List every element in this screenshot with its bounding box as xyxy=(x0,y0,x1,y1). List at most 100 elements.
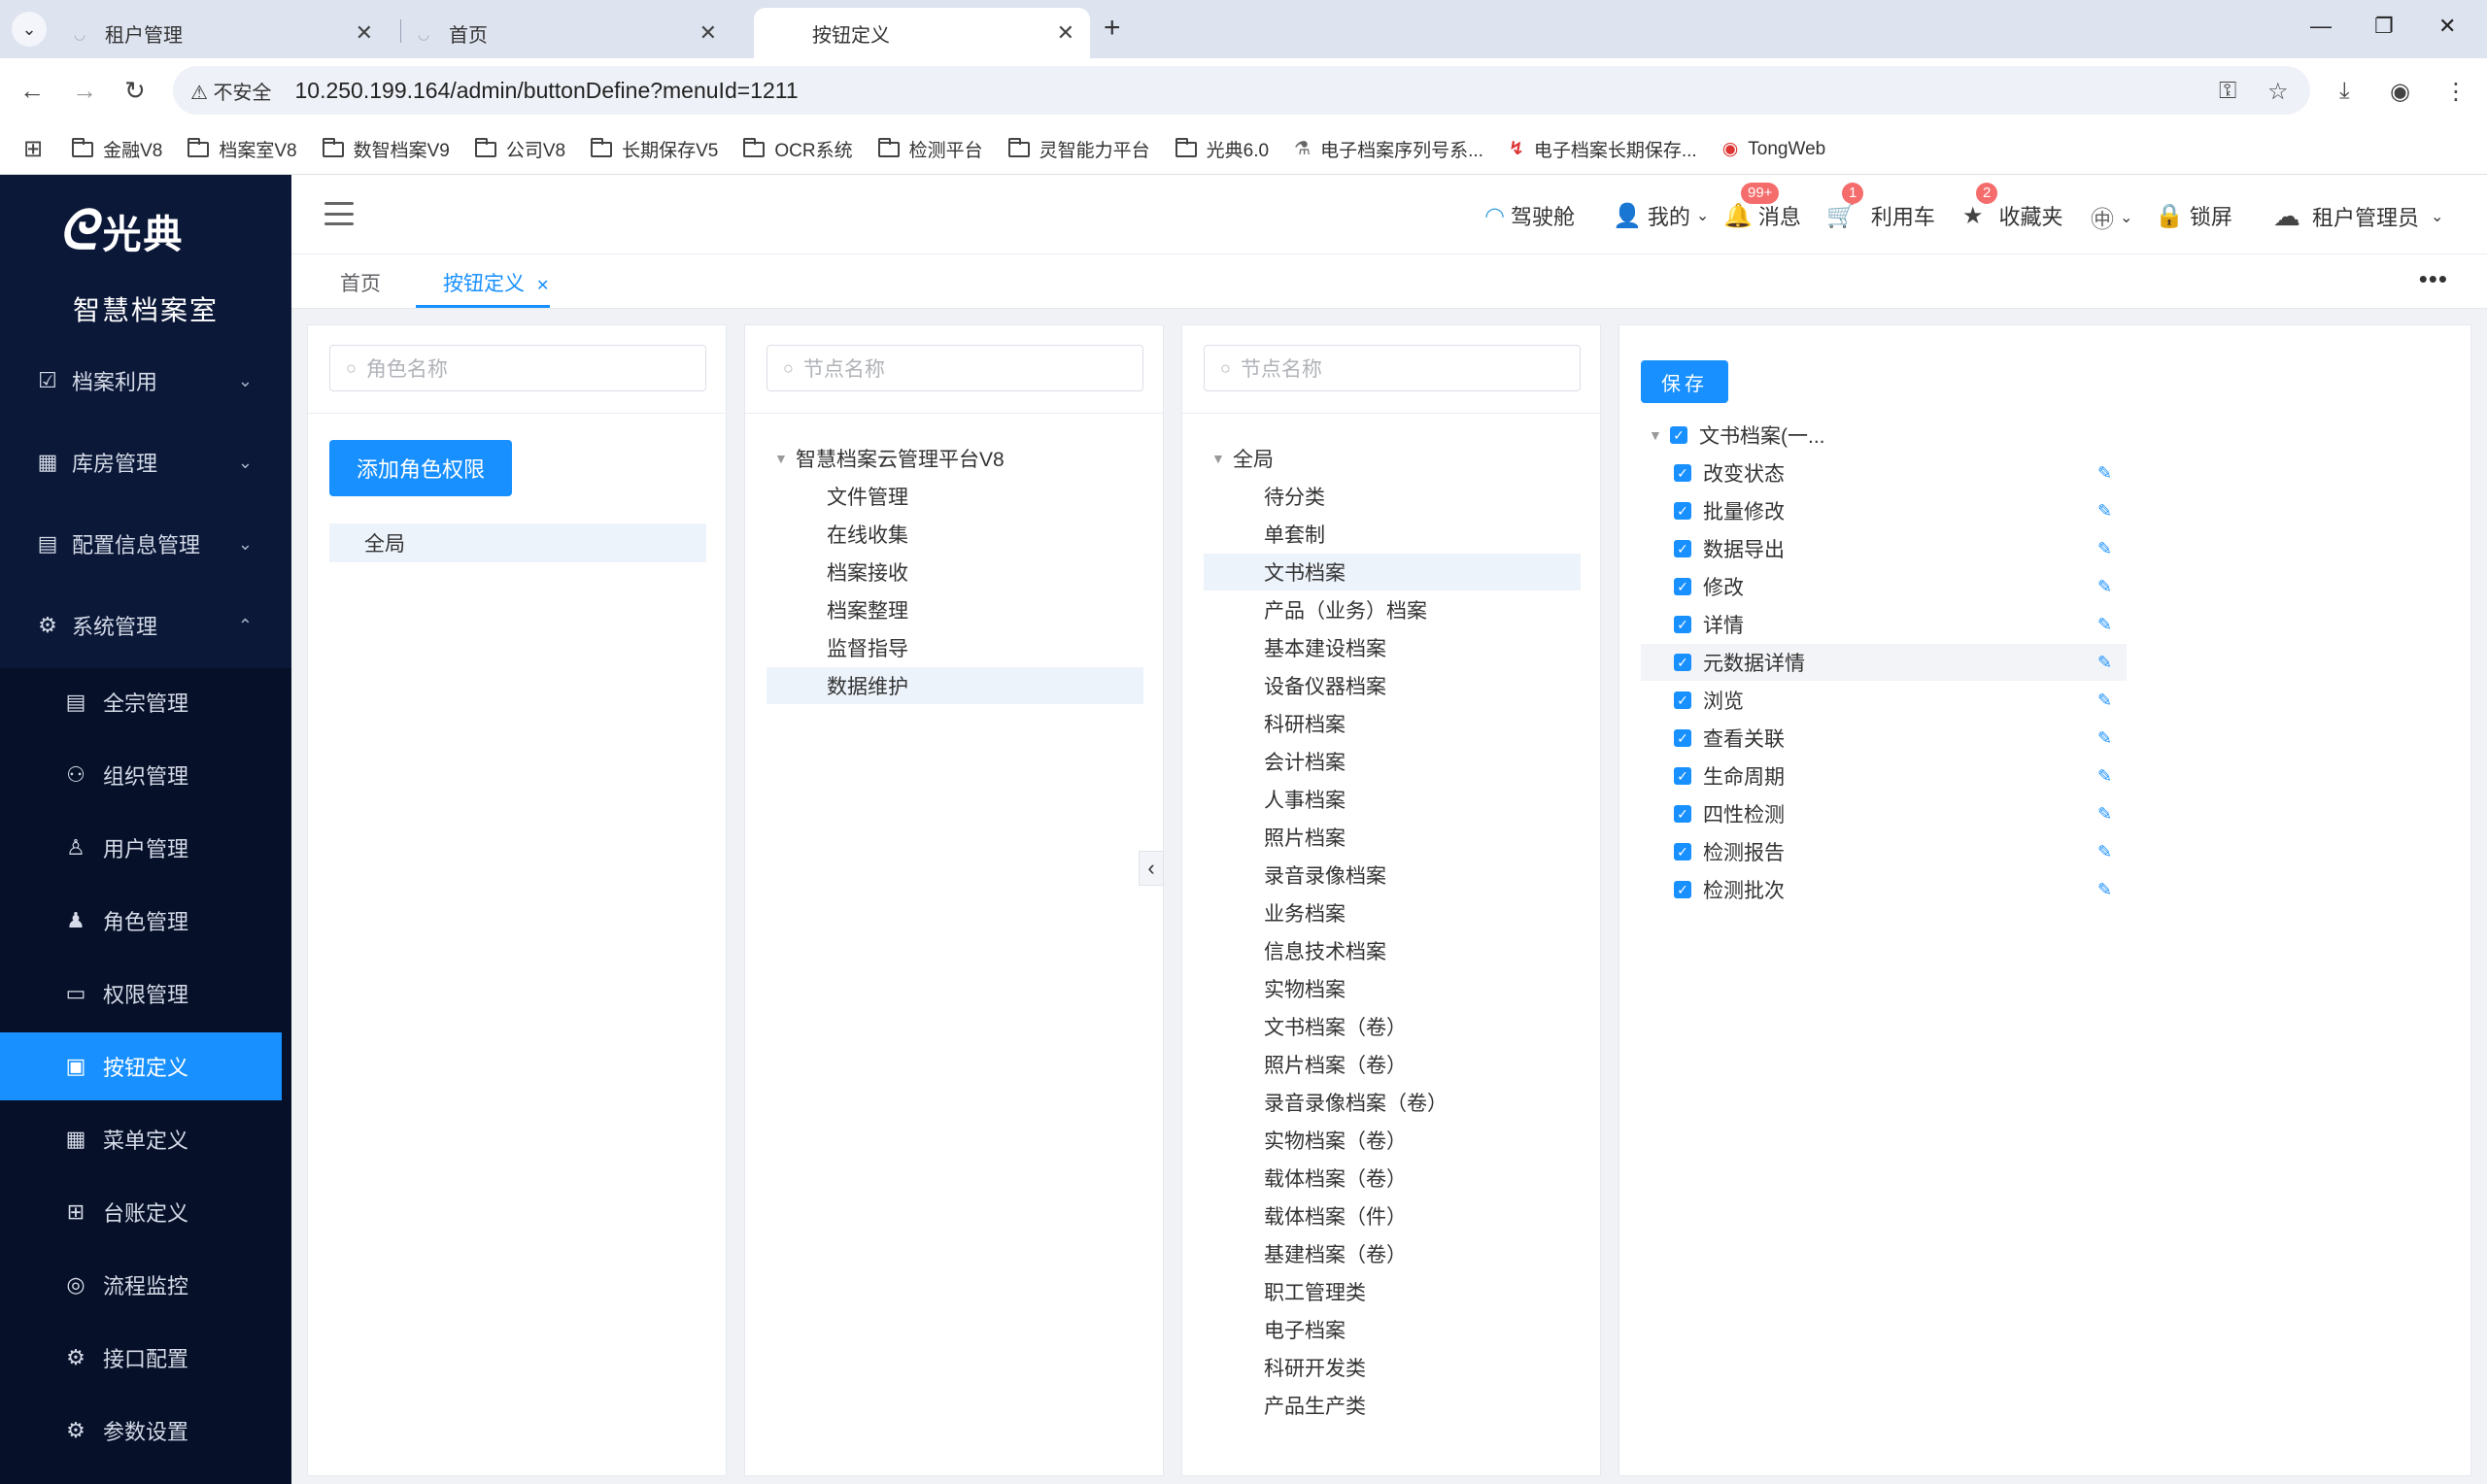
tag-home[interactable]: 首页 xyxy=(340,268,381,297)
menu-group-warehouse[interactable]: ▦ 库房管理 ⌄ xyxy=(0,422,291,503)
checkbox-checked-icon[interactable]: ✓ xyxy=(1674,464,1691,482)
sidebar-item-menu-define[interactable]: ▦ 菜单定义 xyxy=(0,1105,282,1173)
checkbox-checked-icon[interactable]: ✓ xyxy=(1674,654,1691,671)
checkbox-checked-icon[interactable]: ✓ xyxy=(1674,881,1691,898)
hamburger-menu-icon[interactable] xyxy=(324,202,354,225)
button-permission-row[interactable]: ✓ 批量修改 ✎ xyxy=(1641,492,2127,529)
category-node[interactable]: 电子档案 xyxy=(1204,1311,1581,1348)
reload-icon[interactable]: ↻ xyxy=(124,76,146,106)
role-item[interactable]: 全局 xyxy=(329,523,706,562)
category-node[interactable]: 录音录像档案 xyxy=(1204,857,1581,894)
category-node[interactable]: 会计档案 xyxy=(1204,743,1581,780)
tree-root-node[interactable]: ▼ 智慧档案云管理平台V8 xyxy=(774,440,1143,477)
download-icon[interactable]: ⤓ xyxy=(2339,78,2350,105)
category-node-selected[interactable]: 文书档案 xyxy=(1204,554,1581,590)
cockpit-link[interactable]: ◠ 驾驶舱 xyxy=(1484,200,1575,231)
tree-node-selected[interactable]: 数据维护 xyxy=(767,667,1143,704)
tree-node[interactable]: 档案接收 xyxy=(767,554,1143,590)
button-permission-row[interactable]: ✓ 浏览 ✎ xyxy=(1641,682,2127,719)
edit-icon[interactable]: ✎ xyxy=(2097,728,2112,749)
category-node[interactable]: 科研开发类 xyxy=(1204,1349,1581,1386)
sidebar-item-org[interactable]: ⚇ 组织管理 xyxy=(0,741,282,809)
tab-search-button[interactable]: ⌄ xyxy=(12,12,47,47)
button-permission-row[interactable]: ✓ 检测批次 ✎ xyxy=(1641,871,2127,908)
bookmark-star-icon[interactable]: ☆ xyxy=(2267,78,2289,106)
bookmark-item[interactable]: 光典6.0 xyxy=(1175,136,1269,162)
language-dropdown[interactable]: ㊥ ⌄ xyxy=(2091,200,2132,234)
edit-icon[interactable]: ✎ xyxy=(2097,804,2112,825)
browser-tab-home[interactable]: ◡ 首页 ✕ xyxy=(402,8,732,58)
menu-group-archive-use[interactable]: ☑ 档案利用 ⌄ xyxy=(0,340,291,422)
user-dropdown[interactable]: ☁ 租户管理员 ⌄ xyxy=(2273,200,2443,232)
button-permission-row[interactable]: ✓ 改变状态 ✎ xyxy=(1641,455,2127,491)
save-button[interactable]: 保存 xyxy=(1641,360,1728,403)
profile-icon[interactable]: ◉ xyxy=(2390,78,2410,106)
bookmark-item[interactable]: ↯ 电子档案长期保存... xyxy=(1509,136,1697,162)
category-node[interactable]: 人事档案 xyxy=(1204,781,1581,818)
checkbox-checked-icon[interactable]: ✓ xyxy=(1674,616,1691,633)
tag-button-define[interactable]: 按钮定义 ✕ xyxy=(443,268,549,297)
collapse-arrow-icon[interactable]: ‹ xyxy=(1139,851,1164,886)
menu-group-config[interactable]: ▤ 配置信息管理 ⌄ xyxy=(0,503,291,585)
url-field[interactable]: ⚠ 不安全 10.250.199.164/admin/buttonDefine?… xyxy=(173,66,2310,115)
more-icon[interactable]: ••• xyxy=(2419,264,2448,294)
edit-icon[interactable]: ✎ xyxy=(2097,463,2112,484)
category-node[interactable]: 职工管理类 xyxy=(1204,1273,1581,1310)
category-node[interactable]: 照片档案（卷） xyxy=(1204,1046,1581,1083)
category-node[interactable]: 文书档案（卷） xyxy=(1204,1008,1581,1045)
close-tab-icon[interactable]: ✕ xyxy=(1057,20,1074,46)
category-node[interactable]: 实物档案（卷） xyxy=(1204,1122,1581,1159)
category-node[interactable]: 实物档案 xyxy=(1204,970,1581,1007)
apps-grid-icon[interactable]: ⊞ xyxy=(23,135,43,163)
bookmark-item[interactable]: ⚗ 电子档案序列号系... xyxy=(1294,136,1483,162)
caret-down-icon[interactable]: ▼ xyxy=(774,451,796,466)
edit-icon[interactable]: ✎ xyxy=(2097,766,2112,787)
caret-down-icon[interactable]: ▼ xyxy=(1211,451,1233,466)
edit-icon[interactable]: ✎ xyxy=(2097,577,2112,597)
category-node[interactable]: 载体档案（件） xyxy=(1204,1197,1581,1234)
restore-icon[interactable]: ❐ xyxy=(2374,14,2394,39)
forward-icon[interactable]: → xyxy=(72,76,97,106)
messages-link[interactable]: 🔔 99+ 消息 xyxy=(1723,183,1801,231)
button-permission-row[interactable]: ✓ 四性检测 ✎ xyxy=(1641,795,2127,832)
category-node[interactable]: 载体档案（卷） xyxy=(1204,1160,1581,1197)
button-permission-row[interactable]: ✓ 检测报告 ✎ xyxy=(1641,833,2127,870)
sidebar-item-params[interactable]: ⚙ 参数设置 xyxy=(0,1397,282,1465)
close-window-icon[interactable]: ✕ xyxy=(2438,14,2456,39)
bookmark-item[interactable]: ◉ TongWeb xyxy=(1722,138,1826,160)
category-node[interactable]: 录音录像档案（卷） xyxy=(1204,1084,1581,1121)
checkbox-checked-icon[interactable]: ✓ xyxy=(1674,767,1691,785)
category-node[interactable]: 基建档案（卷） xyxy=(1204,1235,1581,1272)
category-node[interactable]: 设备仪器档案 xyxy=(1204,667,1581,704)
favorites-link[interactable]: ★ 2 收藏夹 xyxy=(1962,183,2063,231)
category-search-input[interactable]: ○ 节点名称 xyxy=(1204,345,1581,391)
close-icon[interactable]: ✕ xyxy=(536,278,549,294)
sidebar-item-permissions[interactable]: ▭ 权限管理 xyxy=(0,960,282,1028)
category-node[interactable]: 产品（业务）档案 xyxy=(1204,591,1581,628)
button-tree-root[interactable]: ▼ ✓ 文书档案(一... xyxy=(1649,417,2115,454)
bookmark-item[interactable]: 长期保存V5 xyxy=(591,136,718,162)
new-tab-button[interactable]: + xyxy=(1104,12,1121,45)
tree-node[interactable]: 文件管理 xyxy=(767,478,1143,515)
browser-menu-icon[interactable]: ⋮ xyxy=(2444,78,2468,106)
menu-group-system[interactable]: ⚙ 系统管理 ⌃ xyxy=(0,585,291,666)
close-tab-icon[interactable]: ✕ xyxy=(699,20,717,46)
bookmark-item[interactable]: 公司V8 xyxy=(474,136,565,162)
sidebar-item-users[interactable]: ♙ 用户管理 xyxy=(0,814,282,882)
add-role-permission-button[interactable]: 添加角色权限 xyxy=(329,440,512,496)
tree-node[interactable]: 在线收集 xyxy=(767,516,1143,553)
category-node[interactable]: 业务档案 xyxy=(1204,894,1581,931)
node-search-input[interactable]: ○ 节点名称 xyxy=(767,345,1143,391)
edit-icon[interactable]: ✎ xyxy=(2097,539,2112,559)
caret-down-icon[interactable]: ▼ xyxy=(1649,427,1670,443)
checkbox-checked-icon[interactable]: ✓ xyxy=(1674,691,1691,709)
bookmark-item[interactable]: 灵智能力平台 xyxy=(1007,136,1150,162)
button-permission-row[interactable]: ✓ 查看关联 ✎ xyxy=(1641,720,2127,757)
checkbox-checked-icon[interactable]: ✓ xyxy=(1674,843,1691,860)
checkbox-checked-icon[interactable]: ✓ xyxy=(1674,729,1691,747)
button-permission-row[interactable]: ✓ 生命周期 ✎ xyxy=(1641,758,2127,794)
button-permission-row[interactable]: ✓ 元数据详情 ✎ xyxy=(1641,644,2127,681)
checkbox-checked-icon[interactable]: ✓ xyxy=(1674,578,1691,595)
cart-link[interactable]: 🛒 1 利用车 xyxy=(1826,183,1935,231)
mine-dropdown[interactable]: 👤 我的 ⌄ xyxy=(1613,200,1709,231)
